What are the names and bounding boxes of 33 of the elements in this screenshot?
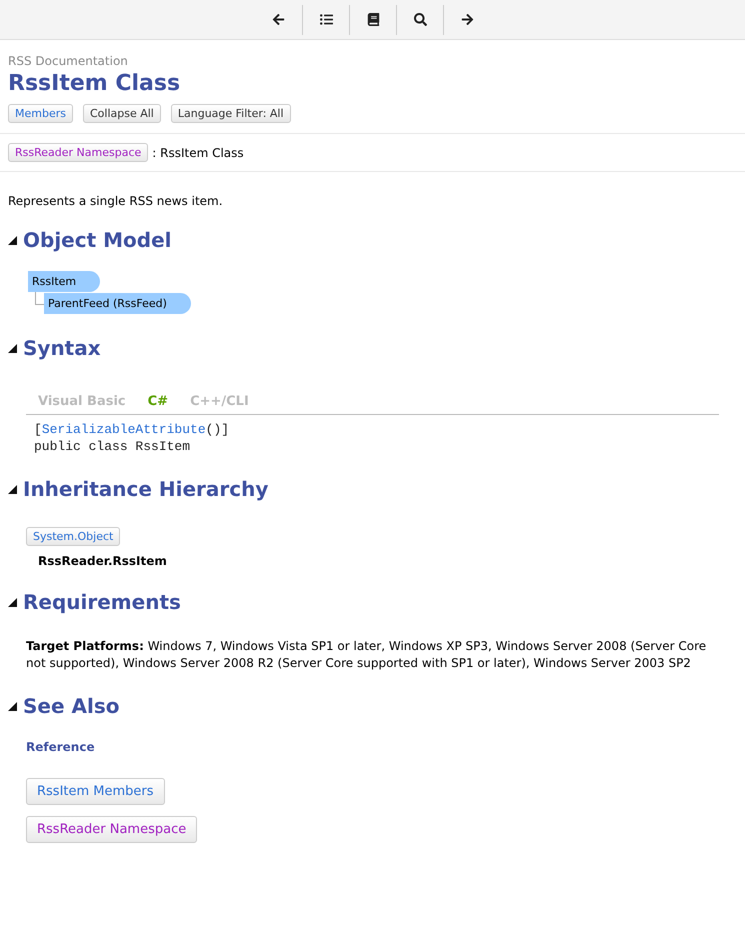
reference-link[interactable]: RssReader Namespace — [26, 816, 198, 843]
collapse-toggle-icon[interactable] — [8, 484, 17, 494]
tree-node: RssItem — [28, 271, 100, 292]
list-icon — [320, 13, 332, 26]
tree-node: ParentFeed (RssFeed) — [44, 293, 191, 314]
breadcrumb-text: : RssItem Class — [152, 146, 244, 160]
language-tab[interactable]: C# — [148, 394, 168, 409]
section-heading: Requirements — [23, 590, 181, 614]
product-name: RSS Documentation — [8, 54, 129, 68]
reference-link[interactable]: RssItem Members — [26, 778, 165, 805]
collapse-toggle-icon[interactable] — [8, 344, 17, 352]
requirements-text: Target Platforms: Windows 7, Windows Vista SP1 or later, Windows XP SP3, Windows Server 2008 (Server Core not supported), Windows Server 2008 R2 (Server Core supported with SP1 or later), Windows Server 2003 SP2 — [26, 638, 708, 672]
header-button[interactable]: Collapse All — [82, 104, 161, 123]
reference-heading: Reference — [26, 740, 96, 754]
page-title: RssItem Class — [8, 71, 182, 96]
search-icon — [414, 13, 426, 26]
book-icon — [366, 13, 380, 26]
collapse-toggle-icon[interactable] — [8, 236, 17, 244]
namespace-link[interactable]: RssReader Namespace — [8, 143, 148, 162]
section-heading: Inheritance Hierarchy — [23, 477, 268, 501]
collapse-toggle-icon[interactable] — [8, 702, 17, 710]
forward-arrow-icon — [460, 13, 474, 26]
back-arrow-icon — [272, 13, 285, 26]
section-heading: Object Model — [23, 228, 172, 252]
code-text: [SerializableAttribute()] public class RssItem — [34, 421, 230, 455]
summary-text: Represents a single RSS news item. — [8, 194, 224, 208]
section-heading: Syntax — [23, 336, 101, 360]
type-link[interactable]: System.Object — [26, 527, 120, 546]
current-type: RssReader.RssItem — [38, 554, 168, 568]
header-button[interactable]: Language Filter: All — [170, 104, 291, 123]
collapse-toggle-icon[interactable] — [8, 598, 17, 606]
header-button[interactable]: Members — [8, 104, 73, 123]
section-heading: See Also — [23, 694, 120, 718]
